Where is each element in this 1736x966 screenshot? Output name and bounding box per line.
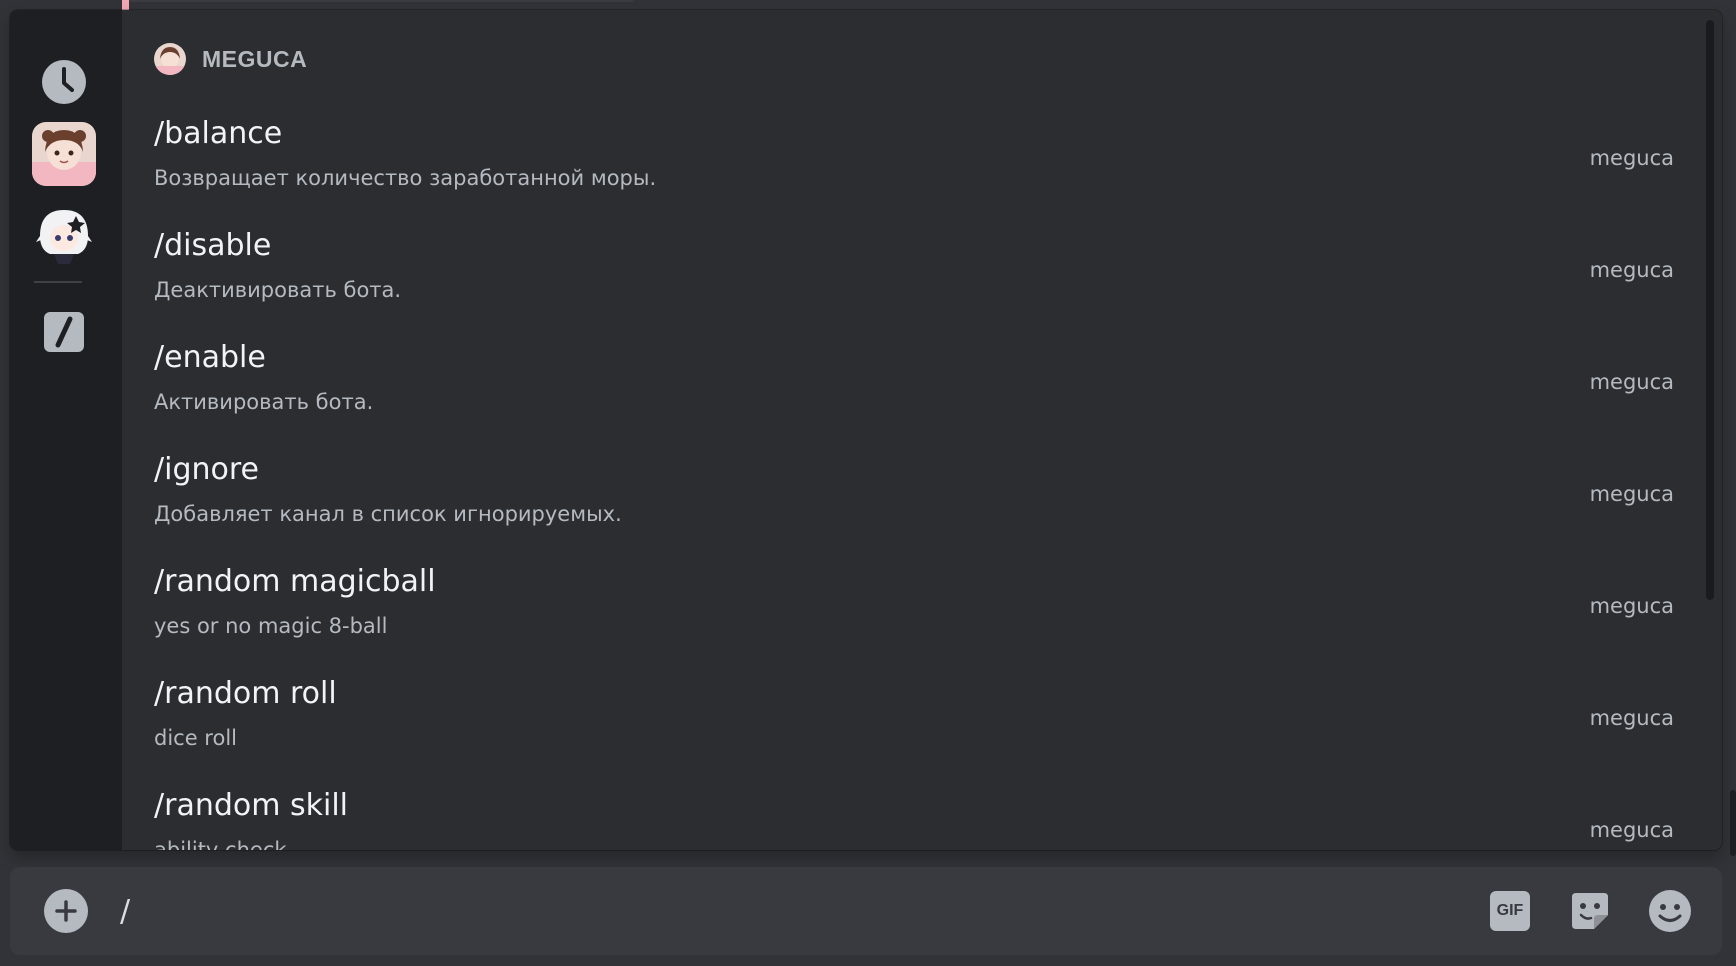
scroll-indicator: [122, 0, 129, 10]
command-source: meguca: [1589, 706, 1674, 730]
command-item-ignore[interactable]: /ignore Добавляет канал в список игнорир…: [154, 452, 1674, 552]
command-autocomplete-popup: MEGUCA /balance Возвращает количество за…: [10, 10, 1722, 850]
top-strip: [0, 0, 1736, 10]
command-title: /random skill: [154, 788, 349, 823]
slash-command-icon: [44, 312, 84, 352]
meguca-avatar-icon: [32, 122, 96, 186]
rail-separator: [34, 281, 82, 283]
section-title: MEGUCA: [202, 45, 308, 72]
attach-button[interactable]: [44, 889, 88, 933]
bot-app-button[interactable]: [32, 202, 96, 266]
command-source: meguca: [1589, 818, 1674, 842]
command-description: Деактивировать бота.: [154, 278, 402, 302]
command-description: dice roll: [154, 726, 237, 750]
gif-button[interactable]: GIF: [1488, 889, 1532, 933]
sticker-icon: [1572, 893, 1608, 929]
built-in-commands-button[interactable]: [32, 300, 96, 364]
command-item-random-roll[interactable]: /random roll dice roll meguca: [154, 676, 1674, 776]
command-description: yes or no magic 8-ball: [154, 614, 388, 638]
app-rail: [10, 10, 122, 850]
section-header: MEGUCA: [154, 42, 307, 76]
meguca-app-button[interactable]: [32, 122, 96, 186]
command-item-enable[interactable]: /enable Активировать бота. meguca: [154, 340, 1674, 440]
top-divider: [129, 0, 633, 2]
emoji-button[interactable]: [1648, 889, 1692, 933]
page-scrollbar[interactable]: [1730, 790, 1736, 856]
command-source: meguca: [1589, 146, 1674, 170]
command-source: meguca: [1589, 482, 1674, 506]
command-source: meguca: [1589, 370, 1674, 394]
command-source: meguca: [1589, 594, 1674, 618]
command-description: Добавляет канал в список игнорируемых.: [154, 502, 622, 526]
command-item-balance[interactable]: /balance Возвращает количество заработан…: [154, 116, 1674, 216]
command-title: /enable: [154, 340, 266, 375]
command-title: /ignore: [154, 452, 259, 487]
command-description: ability check: [154, 838, 287, 850]
command-item-random-magicball[interactable]: /random magicball yes or no magic 8-ball…: [154, 564, 1674, 664]
command-description: Активировать бота.: [154, 390, 374, 414]
command-title: /random magicball: [154, 564, 436, 599]
command-item-disable[interactable]: /disable Деактивировать бота. meguca: [154, 228, 1674, 328]
sticker-button[interactable]: [1568, 889, 1612, 933]
meguca-small-avatar-icon: [154, 43, 186, 75]
popup-scrollbar[interactable]: [1706, 20, 1714, 600]
bot-avatar-icon: [32, 202, 96, 266]
command-source: meguca: [1589, 258, 1674, 282]
emoji-icon: [1649, 890, 1691, 932]
gif-icon: GIF: [1490, 891, 1530, 931]
command-title: /disable: [154, 228, 272, 263]
command-item-random-skill[interactable]: /random skill ability check meguca: [154, 788, 1674, 850]
command-title: /random roll: [154, 676, 337, 711]
command-title: /balance: [154, 116, 283, 151]
command-list: MEGUCA /balance Возвращает количество за…: [122, 10, 1722, 850]
clock-icon: [42, 60, 86, 104]
recent-button[interactable]: [32, 50, 96, 114]
command-description: Возвращает количество заработанной моры.: [154, 166, 657, 190]
plus-icon: [55, 900, 77, 922]
message-composer: GIF: [10, 867, 1722, 955]
message-input[interactable]: [120, 885, 1370, 937]
